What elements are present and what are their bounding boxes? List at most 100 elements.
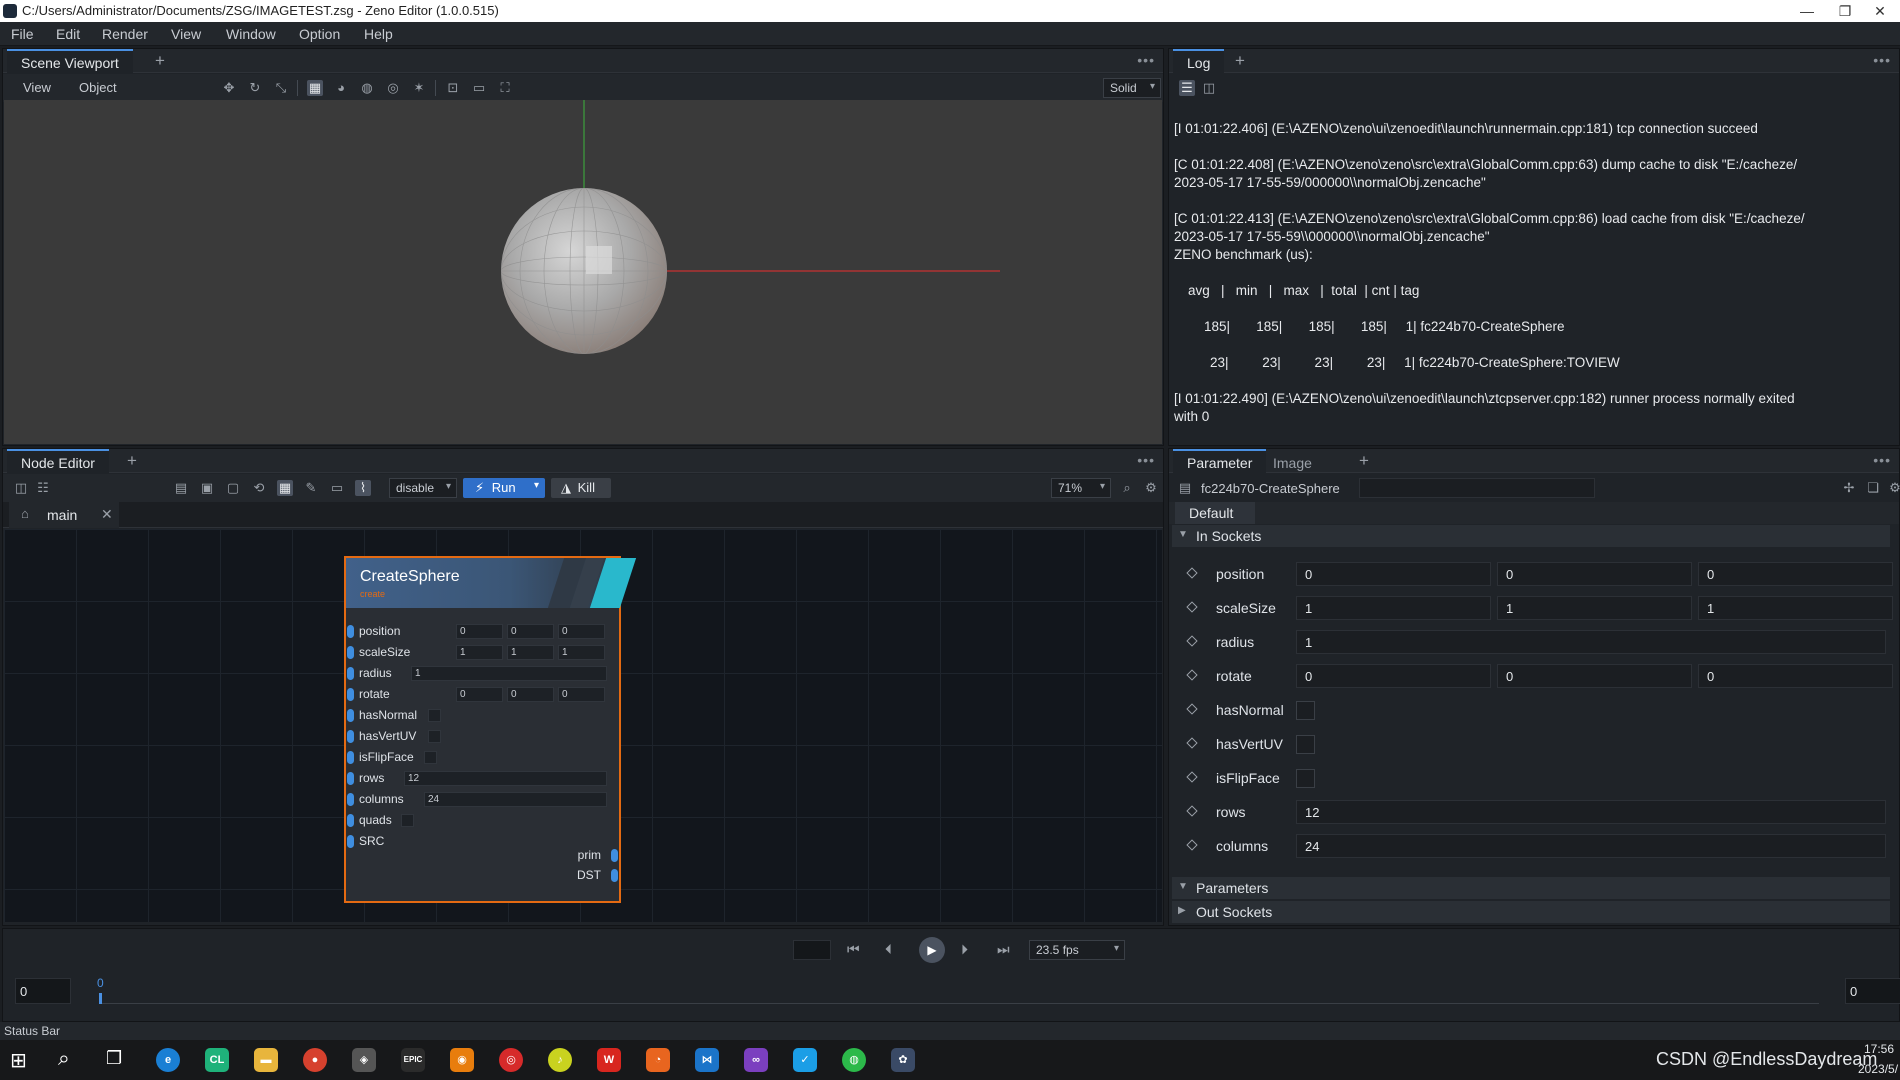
grid-toggle-icon[interactable]: ▦ [307, 80, 323, 96]
search-icon[interactable]: ⌕ [1119, 480, 1135, 496]
visual-studio-icon[interactable]: ∞ [744, 1048, 768, 1072]
scalesize-input-z[interactable]: 1 [558, 645, 605, 660]
sidebar-toggle-icon[interactable]: ◫ [13, 480, 29, 496]
close-tab-icon[interactable]: ✕ [101, 506, 113, 523]
tab-node-editor[interactable]: Node Editor [7, 449, 109, 473]
task-view-icon[interactable]: ❐ [106, 1048, 122, 1069]
radius-input[interactable]: 1 [411, 666, 607, 681]
input-socket-isflipface[interactable] [347, 751, 354, 764]
tab-log[interactable]: Log [1173, 49, 1225, 73]
position-param-y[interactable]: 0 [1497, 562, 1692, 586]
node-header[interactable]: CreateSphere create [346, 558, 637, 608]
position-param-x[interactable]: 0 [1296, 562, 1491, 586]
split-view-icon[interactable]: ◫ [1201, 80, 1217, 96]
menu-render[interactable]: Render [102, 26, 148, 42]
shading-mode-select[interactable]: Solid ▾ [1103, 78, 1161, 98]
expand-icon[interactable]: ▢ [225, 480, 241, 496]
subnet-icon[interactable]: ▤ [173, 480, 189, 496]
scalesize-param-x[interactable]: 1 [1296, 596, 1491, 620]
panel-menu-icon[interactable]: ••• [1873, 52, 1891, 68]
position-input-z[interactable]: 0 [558, 624, 605, 639]
edit-icon[interactable]: ✎ [303, 480, 319, 496]
material-icon[interactable]: ◕ [333, 80, 349, 96]
menu-window[interactable]: Window [226, 26, 276, 42]
tab-default[interactable]: Default [1175, 502, 1255, 524]
input-socket-hasnormal[interactable] [347, 709, 354, 722]
file-explorer-icon[interactable]: ▬ [254, 1048, 278, 1072]
keyframe-diamond-icon[interactable] [1186, 567, 1198, 579]
isflipface-checkbox[interactable] [424, 751, 437, 764]
add-tab-icon[interactable]: + [1235, 51, 1245, 71]
tree-icon[interactable]: ☷ [35, 480, 51, 496]
fps-select[interactable]: 23.5 fps ▾ [1029, 940, 1125, 960]
keyframe-diamond-icon[interactable] [1186, 839, 1198, 851]
fit-view-icon[interactable]: ⛶ [497, 80, 513, 96]
add-tab-icon[interactable]: + [1359, 451, 1369, 471]
menu-file[interactable]: File [11, 26, 34, 42]
tree-view-icon[interactable]: ☰ [1179, 80, 1195, 96]
screenshot-icon[interactable]: ⊡ [445, 80, 461, 96]
keyframe-diamond-icon[interactable] [1186, 805, 1198, 817]
input-socket-scalesize[interactable] [347, 646, 354, 659]
step-forward-icon[interactable]: ⏵ [961, 941, 968, 958]
keyframe-diamond-icon[interactable] [1186, 635, 1198, 647]
node-name-input[interactable] [1359, 478, 1595, 498]
step-back-icon[interactable]: ⏴ [885, 941, 892, 958]
radius-param-input[interactable]: 1 [1296, 630, 1886, 654]
frame-input[interactable] [793, 940, 831, 960]
keyframe-diamond-icon[interactable] [1186, 601, 1198, 613]
timeline-track[interactable] [99, 1003, 1819, 1004]
input-socket-src[interactable] [347, 835, 354, 848]
panel-menu-icon[interactable]: ••• [1137, 452, 1155, 468]
output-socket-prim[interactable] [611, 849, 618, 862]
settings-gear-icon[interactable]: ⚙ [1887, 480, 1900, 496]
end-frame-input[interactable]: 0 [1845, 978, 1900, 1004]
qq-music-icon[interactable]: ♪ [548, 1048, 572, 1072]
light-icon[interactable]: ✶ [411, 80, 427, 96]
sphere-icon[interactable]: ◍ [359, 80, 375, 96]
menu-option[interactable]: Option [299, 26, 340, 42]
scale-tool-icon[interactable]: ⤡ [273, 80, 289, 96]
unity-icon[interactable]: ◈ [352, 1048, 376, 1072]
hasnormal-checkbox[interactable] [428, 709, 441, 722]
create-sphere-node[interactable]: CreateSphere create prim DST position 0 0 0… [344, 556, 637, 903]
input-socket-rotate[interactable] [347, 688, 354, 701]
isflipface-param-checkbox[interactable] [1296, 769, 1315, 788]
skip-to-start-icon[interactable]: ⏮ [847, 941, 860, 958]
columns-input[interactable]: 24 [424, 792, 607, 807]
add-tab-icon[interactable]: + [155, 51, 165, 71]
link-icon[interactable]: ⟲ [251, 480, 267, 496]
position-input-x[interactable]: 0 [456, 624, 503, 639]
keyframe-diamond-icon[interactable] [1186, 771, 1198, 783]
settings-gear-icon[interactable]: ⚙ [1143, 480, 1159, 496]
clock-date[interactable]: 2023/5/ [1858, 1062, 1898, 1076]
viewport-menu-view[interactable]: View [23, 80, 51, 95]
curve-icon[interactable]: ⌇ [355, 480, 371, 496]
tab-image[interactable]: Image [1259, 449, 1326, 473]
kill-button[interactable]: ◮ Kill [551, 478, 611, 498]
subgraph-tab-main[interactable]: ⌂ main ✕ [9, 502, 119, 528]
move-tool-icon[interactable]: ✥ [221, 80, 237, 96]
out-sockets-header[interactable]: ▶ Out Sockets [1172, 901, 1890, 923]
position-param-z[interactable]: 0 [1698, 562, 1893, 586]
wechat-icon[interactable]: ◍ [842, 1048, 866, 1072]
tab-scene-viewport[interactable]: Scene Viewport [7, 49, 133, 73]
camera-orbit-icon[interactable]: ◎ [385, 80, 401, 96]
input-socket-position[interactable] [347, 625, 354, 638]
in-sockets-header[interactable]: ▼ In Sockets [1172, 525, 1890, 547]
clion-icon[interactable]: CL [205, 1048, 229, 1072]
rotate-param-z[interactable]: 0 [1698, 664, 1893, 688]
blackboard-icon[interactable]: ▭ [329, 480, 345, 496]
playhead[interactable] [99, 993, 102, 1004]
grid-snap-icon[interactable]: ▦ [277, 480, 293, 496]
hasvertuv-checkbox[interactable] [428, 730, 441, 743]
input-socket-radius[interactable] [347, 667, 354, 680]
position-input-y[interactable]: 0 [507, 624, 554, 639]
zoom-select[interactable]: 71% ▾ [1051, 478, 1111, 498]
rotate-param-x[interactable]: 0 [1296, 664, 1491, 688]
pin-icon[interactable]: ✢ [1841, 480, 1857, 496]
rotate-input-y[interactable]: 0 [507, 687, 554, 702]
rotate-input-z[interactable]: 0 [558, 687, 605, 702]
keyframe-diamond-icon[interactable] [1186, 669, 1198, 681]
columns-param-input[interactable]: 24 [1296, 834, 1886, 858]
